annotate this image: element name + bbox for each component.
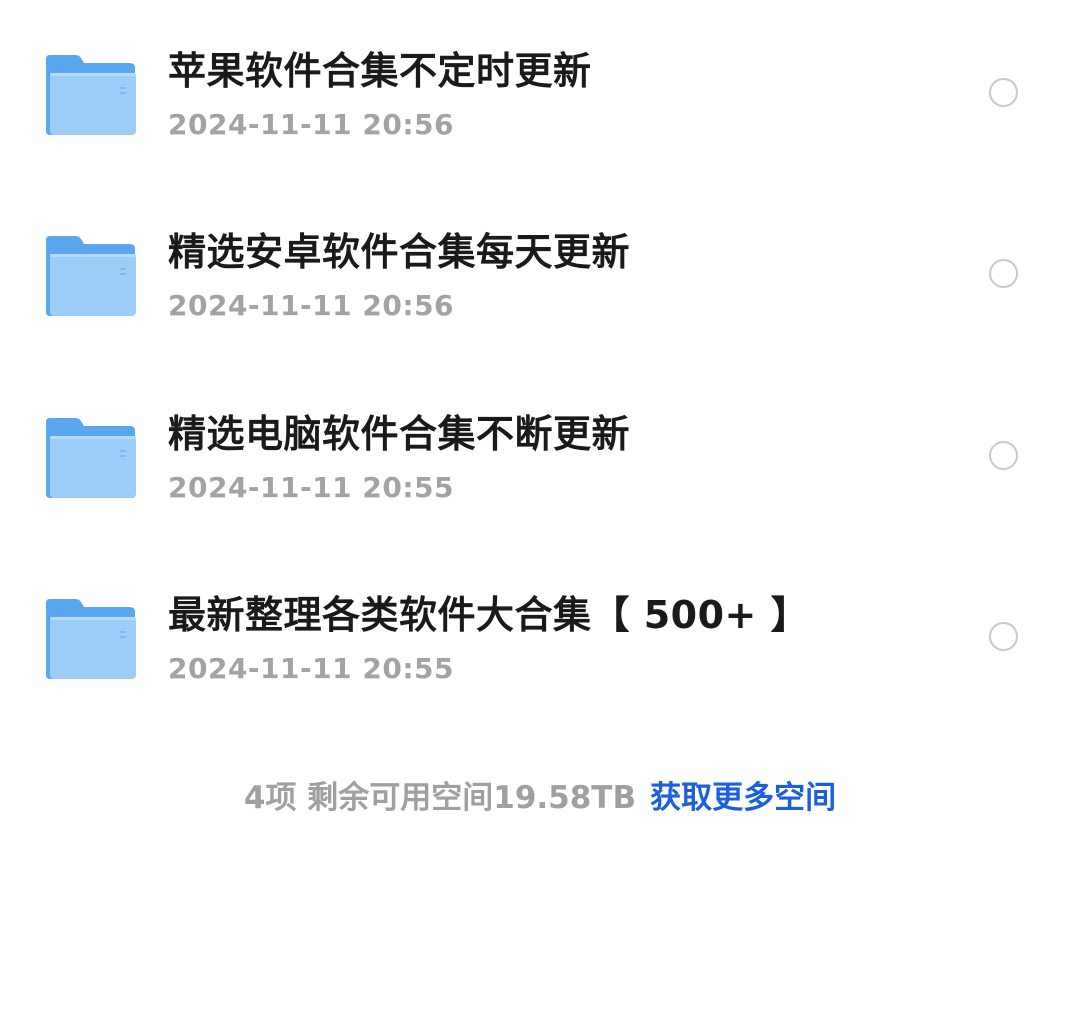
file-date: 2024-11-11 20:56	[168, 108, 454, 141]
storage-summary: 4项 剩余可用空间19.58TB	[243, 780, 637, 816]
file-name: 精选安卓软件合集每天更新	[168, 230, 631, 274]
list-item[interactable]: 最新整理各类软件大合集【 500+ 】 2024-11-11 20:55	[0, 569, 1080, 709]
list-item[interactable]: 精选安卓软件合集每天更新 2024-11-11 20:56	[0, 206, 1080, 346]
folder-icon	[44, 53, 138, 137]
select-radio[interactable]	[989, 622, 1018, 651]
select-radio[interactable]	[989, 259, 1018, 288]
file-name: 苹果软件合集不定时更新	[168, 49, 592, 93]
file-date: 2024-11-11 20:56	[168, 289, 454, 322]
file-date: 2024-11-11 20:55	[168, 652, 454, 685]
list-item[interactable]: 精选电脑软件合集不断更新 2024-11-11 20:55	[0, 388, 1080, 528]
select-radio[interactable]	[989, 441, 1018, 470]
folder-icon	[44, 597, 138, 681]
file-date: 2024-11-11 20:55	[168, 471, 454, 504]
file-name: 精选电脑软件合集不断更新	[168, 412, 631, 456]
file-name: 最新整理各类软件大合集【 500+ 】	[168, 593, 810, 637]
storage-footer: 4项 剩余可用空间19.58TB 获取更多空间	[0, 776, 1080, 825]
list-item[interactable]: 苹果软件合集不定时更新 2024-11-11 20:56	[0, 25, 1080, 165]
select-radio[interactable]	[989, 78, 1018, 107]
folder-icon	[44, 234, 138, 318]
get-more-space-link[interactable]: 获取更多空间	[650, 780, 836, 816]
folder-icon	[44, 416, 138, 500]
